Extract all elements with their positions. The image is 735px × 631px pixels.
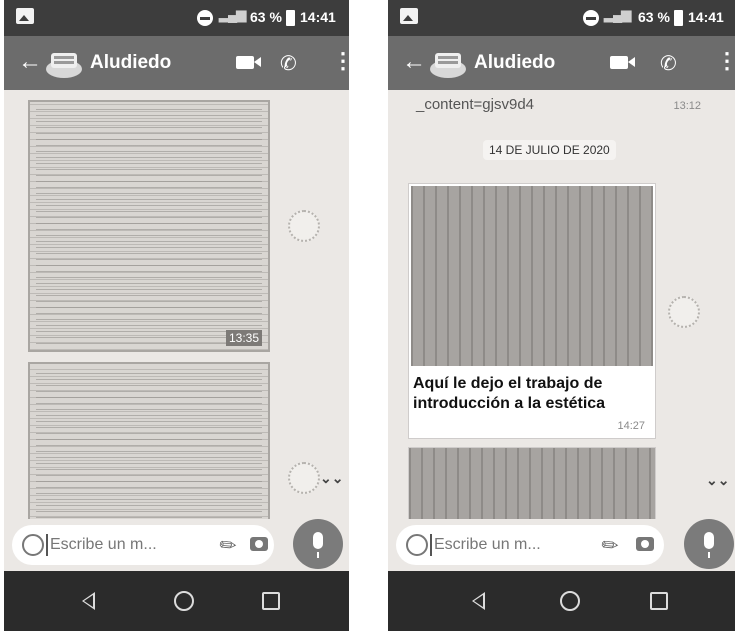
back-arrow-icon[interactable]: ← xyxy=(18,49,42,75)
video-call-icon[interactable] xyxy=(236,56,261,69)
status-bar: ▂▄▆ 63 % 14:41 xyxy=(4,0,349,36)
signal-icon: ▂▄▆ xyxy=(219,7,246,22)
mic-button[interactable] xyxy=(293,519,343,569)
phone-screen-left: ▂▄▆ 63 % 14:41 ← Aludiedo ✆ ⋮ 13:35 ⌄⌄ E… xyxy=(4,0,349,631)
camera-icon[interactable] xyxy=(636,537,654,551)
nav-back-icon[interactable] xyxy=(472,592,485,610)
message-text-snippet: _content=gjsv9d4 xyxy=(416,96,535,113)
message-time: 13:12 xyxy=(673,100,701,112)
image-caption: Aquí le dejo el trabajo de introducción … xyxy=(413,375,606,412)
attach-icon[interactable]: ✎ xyxy=(596,531,625,561)
nav-back-icon[interactable] xyxy=(82,592,95,610)
attach-icon[interactable]: ✎ xyxy=(214,531,243,561)
mic-icon xyxy=(313,532,323,558)
nav-home-icon[interactable] xyxy=(560,591,580,611)
gallery-icon xyxy=(16,8,34,24)
avatar-icon[interactable] xyxy=(44,45,84,81)
message-time: 14:27 xyxy=(617,420,645,432)
avatar-icon[interactable] xyxy=(428,45,468,81)
status-time: 14:41 xyxy=(688,9,724,25)
more-vert-icon[interactable]: ⋮ xyxy=(716,50,735,72)
camera-icon[interactable] xyxy=(250,537,268,551)
chat-header: ← Aludiedo ✆ ⋮ xyxy=(388,36,735,90)
chevron-down-icon[interactable]: ⌄⌄ xyxy=(320,470,343,487)
react-emoji-icon[interactable] xyxy=(288,210,320,242)
message-input[interactable]: Escribe un m... ✎ xyxy=(396,525,664,565)
chat-area[interactable]: _content=gjsv9d4 13:12 14 DE JULIO DE 20… xyxy=(388,90,735,519)
phone-screen-right: ▂▄▆ 63 % 14:41 ← Aludiedo ✆ ⋮ _content=g… xyxy=(388,0,735,631)
signal-icon: ▂▄▆ xyxy=(604,7,631,22)
battery-icon xyxy=(674,10,683,26)
contact-name[interactable]: Aludiedo xyxy=(90,52,171,74)
nav-recent-icon[interactable] xyxy=(650,592,668,610)
image-message[interactable]: Aquí le dejo el trabajo de introducción … xyxy=(408,183,656,439)
dnd-icon xyxy=(197,10,213,26)
battery-percent: 63 % xyxy=(638,9,670,25)
message-placeholder: Escribe un m... xyxy=(434,536,541,553)
gallery-icon xyxy=(400,8,418,24)
mic-icon xyxy=(704,532,714,558)
mic-button[interactable] xyxy=(684,519,734,569)
message-placeholder: Escribe un m... xyxy=(50,536,157,553)
chat-area[interactable]: 13:35 ⌄⌄ xyxy=(4,90,349,519)
message-composer: Escribe un m... ✎ xyxy=(4,519,349,571)
contact-name[interactable]: Aludiedo xyxy=(474,52,555,74)
phone-icon[interactable]: ✆ xyxy=(660,51,677,76)
emoji-icon[interactable] xyxy=(406,534,428,556)
dnd-icon xyxy=(583,10,599,26)
document-text-lines xyxy=(36,108,262,344)
document-image-message[interactable]: 13:35 xyxy=(28,100,270,352)
system-nav-bar xyxy=(4,571,349,631)
chevron-down-icon[interactable]: ⌄⌄ xyxy=(706,472,729,489)
status-time: 14:41 xyxy=(300,9,336,25)
text-caret xyxy=(430,534,432,556)
status-bar: ▂▄▆ 63 % 14:41 xyxy=(388,0,735,36)
battery-icon xyxy=(286,10,295,26)
message-composer: Escribe un m... ✎ xyxy=(388,519,735,571)
back-arrow-icon[interactable]: ← xyxy=(402,49,426,75)
video-call-icon[interactable] xyxy=(610,56,635,69)
system-nav-bar xyxy=(388,571,735,631)
document-text-lines xyxy=(36,370,262,518)
image-message[interactable] xyxy=(408,447,656,519)
more-vert-icon[interactable]: ⋮ xyxy=(332,50,349,72)
battery-percent: 63 % xyxy=(250,9,282,25)
phone-icon[interactable]: ✆ xyxy=(280,51,297,76)
message-time: 13:35 xyxy=(225,330,262,346)
message-photo[interactable] xyxy=(411,186,653,366)
react-emoji-icon[interactable] xyxy=(668,296,700,328)
document-image-message[interactable] xyxy=(28,362,270,519)
nav-home-icon[interactable] xyxy=(174,591,194,611)
chat-header: ← Aludiedo ✆ ⋮ xyxy=(4,36,349,90)
message-input[interactable]: Escribe un m... ✎ xyxy=(12,525,274,565)
react-emoji-icon[interactable] xyxy=(288,462,320,494)
nav-recent-icon[interactable] xyxy=(262,592,280,610)
text-caret xyxy=(46,534,48,556)
date-separator: 14 DE JULIO DE 2020 xyxy=(483,140,616,160)
emoji-icon[interactable] xyxy=(22,534,44,556)
